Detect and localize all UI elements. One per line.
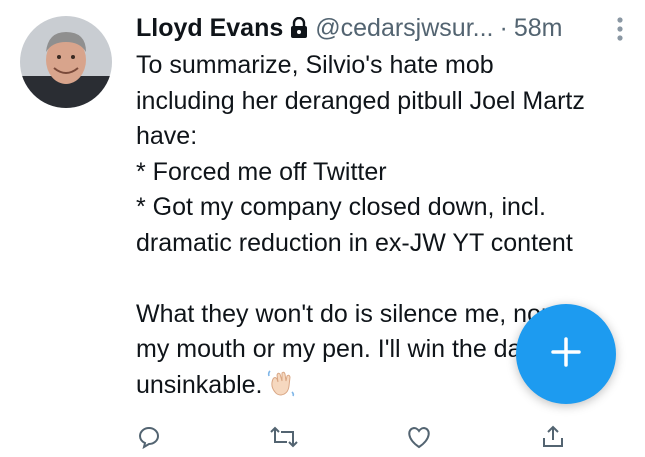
avatar[interactable] [20,16,112,108]
share-icon [540,424,566,456]
heart-icon [405,424,433,456]
author-handle[interactable]: @cedarsjwsur... [315,14,493,43]
lock-icon [289,17,309,39]
tweet-actions [136,420,566,457]
compose-tweet-button[interactable] [516,304,616,404]
like-button[interactable] [405,420,433,457]
tweet-time[interactable]: 58m [514,14,563,43]
separator-dot: · [499,13,508,42]
tweet[interactable]: Lloyd Evans @cedarsjwsur... · 58m To sum… [0,0,645,457]
waving-hand-icon [266,368,296,409]
author-name[interactable]: Lloyd Evans [136,14,283,43]
retweet-icon [269,424,299,456]
retweet-button[interactable] [269,420,299,457]
reply-button[interactable] [136,420,162,457]
share-button[interactable] [540,420,566,457]
reply-icon [136,424,162,456]
plus-icon [546,332,586,377]
more-vertical-icon[interactable] [614,14,626,44]
tweet-header: Lloyd Evans @cedarsjwsur... · 58m [136,10,626,46]
